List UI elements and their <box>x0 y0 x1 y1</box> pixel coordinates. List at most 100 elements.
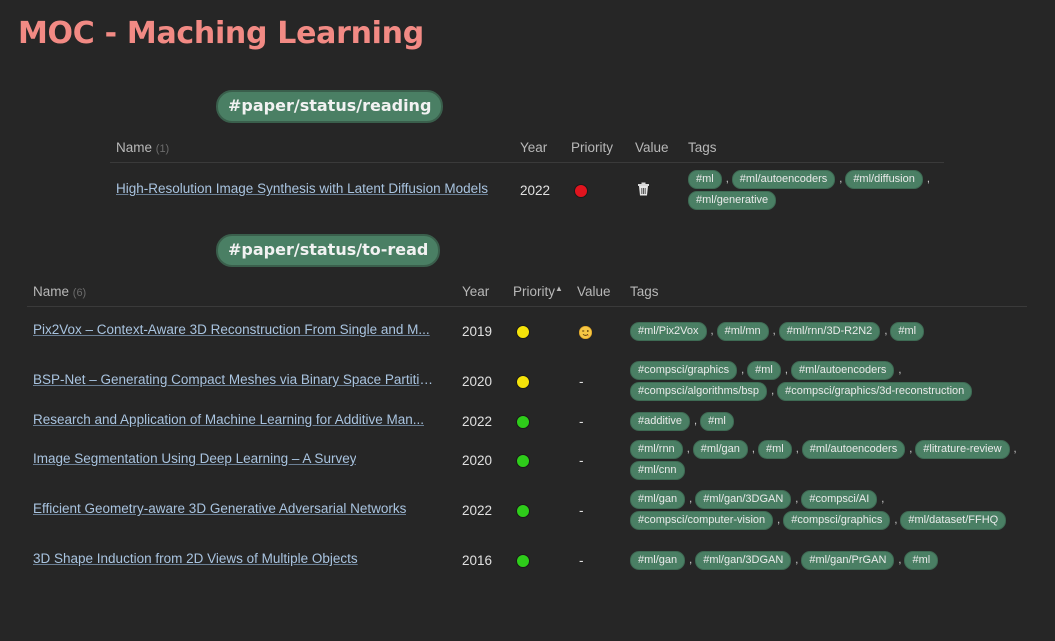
column-header-year[interactable]: Year <box>456 283 507 307</box>
table-row: Pix2Vox – Context-Aware 3D Reconstructio… <box>27 306 1027 356</box>
paper-name-cell: Image Segmentation Using Deep Learning –… <box>27 436 456 484</box>
paper-link[interactable]: Image Segmentation Using Deep Learning –… <box>33 451 356 466</box>
tag-link[interactable]: #ml <box>688 170 722 190</box>
tag-separator: , <box>795 493 799 505</box>
tag-link[interactable]: #litrature-review <box>915 440 1010 459</box>
year-cell: 2022 <box>520 182 551 198</box>
tag-separator: , <box>694 414 698 427</box>
column-header-tags[interactable]: Tags <box>624 283 1027 307</box>
tag-separator: , <box>894 514 898 526</box>
page-title: MOC - Maching Learning <box>18 16 424 51</box>
value-cell: - <box>579 552 584 568</box>
tag-link[interactable]: #ml/autoencoders <box>731 170 836 190</box>
tags-cell: #ml/Pix2Vox, #ml/mn, #ml/rnn/3D-R2N2, #ml <box>624 306 1027 356</box>
tag-link[interactable]: #ml/rnn/3D-R2N2 <box>778 321 881 341</box>
tag-link[interactable]: #compsci/computer-vision <box>630 511 774 530</box>
table-row: Efficient Geometry-aware 3D Generative A… <box>27 484 1027 536</box>
row-count: (1) <box>155 142 170 155</box>
paper-name-cell: Pix2Vox – Context-Aware 3D Reconstructio… <box>27 306 456 356</box>
tag-link[interactable]: #ml/gan <box>630 490 686 509</box>
tag-link[interactable]: #ml/autoencoders <box>790 361 895 380</box>
tag-link[interactable]: #ml/gan <box>630 550 686 570</box>
column-header-year[interactable]: Year <box>514 139 565 163</box>
tag-link[interactable]: #ml/mn <box>716 321 769 341</box>
tag-link[interactable]: #ml <box>700 411 734 431</box>
sort-ascending-icon: ▲ <box>555 283 563 293</box>
tag-separator: , <box>689 553 693 566</box>
tag-link[interactable]: #ml <box>757 440 792 459</box>
tags-cell: #ml/rnn, #ml/gan, #ml, #ml/autoencoders, #li… <box>624 436 1027 484</box>
tag-link[interactable]: #ml/gan <box>692 440 748 459</box>
tag-link[interactable]: #compsci/graphics <box>630 361 738 380</box>
tag-separator: , <box>771 385 775 397</box>
table-row: High-Resolution Image Synthesis with Lat… <box>110 162 944 218</box>
column-header-name-label: Name <box>33 283 70 299</box>
tag-separator: , <box>686 443 690 455</box>
tag-link[interactable]: #ml <box>890 321 925 341</box>
column-header-name[interactable]: Name (6) <box>27 283 456 307</box>
tag-separator: , <box>795 443 799 455</box>
paper-link[interactable]: Pix2Vox – Context-Aware 3D Reconstructio… <box>33 322 430 337</box>
paper-link[interactable]: BSP-Net – Generating Compact Meshes via … <box>33 372 438 387</box>
tag-link[interactable]: #ml/Pix2Vox <box>630 321 707 341</box>
tag-link[interactable]: #ml/rnn <box>630 440 683 459</box>
section-tag-reading[interactable]: #paper/status/reading <box>216 90 444 123</box>
paper-link[interactable]: Efficient Geometry-aware 3D Generative A… <box>33 501 406 516</box>
tag-link[interactable]: #additive <box>630 411 691 431</box>
tag-link[interactable]: #ml/gan/3DGAN <box>695 490 792 509</box>
year-cell: 2020 <box>462 373 493 389</box>
tags-cell: #ml/gan, #ml/gan/3DGAN, #compsci/AI ,#comps… <box>624 484 1027 536</box>
tag-link[interactable]: #ml/diffusion <box>845 170 923 190</box>
tag-link[interactable]: #ml/gan/PrGAN <box>801 550 895 570</box>
table-row: BSP-Net – Generating Compact Meshes via … <box>27 356 1027 406</box>
priority-cell <box>507 356 571 406</box>
paper-name-cell: 3D Shape Induction from 2D Views of Mult… <box>27 536 456 584</box>
column-header-priority[interactable]: Priority▲ <box>507 283 571 307</box>
tag-link[interactable]: #compsci/AI <box>801 490 878 509</box>
tag-link[interactable]: #ml/gan/3DGAN <box>695 550 792 570</box>
column-header-priority[interactable]: Priority <box>565 139 629 163</box>
table-row: Research and Application of Machine Lear… <box>27 406 1027 436</box>
tag-link[interactable]: #ml/autoencoders <box>801 440 906 459</box>
paper-link[interactable]: Research and Application of Machine Lear… <box>33 412 424 427</box>
year-cell: 2016 <box>462 552 493 568</box>
tag-link[interactable]: #ml <box>904 550 939 570</box>
tag-separator: , <box>839 173 843 186</box>
tag-link[interactable]: #compsci/graphics/3d-reconstruction <box>777 382 973 401</box>
column-header-name-label: Name <box>116 139 153 155</box>
paper-name-cell: High-Resolution Image Synthesis with Lat… <box>110 162 514 218</box>
tag-link[interactable]: #ml <box>747 361 781 380</box>
paper-link[interactable]: High-Resolution Image Synthesis with Lat… <box>116 181 488 196</box>
priority-cell <box>507 306 571 356</box>
column-header-name[interactable]: Name (1) <box>110 139 514 163</box>
column-header-value[interactable]: Value <box>629 139 682 163</box>
table-row: Image Segmentation Using Deep Learning –… <box>27 436 1027 484</box>
section-tag-to-read[interactable]: #paper/status/to-read <box>216 234 441 267</box>
paper-name-cell: BSP-Net – Generating Compact Meshes via … <box>27 356 456 406</box>
paper-name-cell: Efficient Geometry-aware 3D Generative A… <box>27 484 456 536</box>
priority-green-circle-icon <box>516 453 530 468</box>
tag-separator: , <box>884 324 888 337</box>
tag-link[interactable]: #compsci/graphics <box>783 511 891 530</box>
priority-green-circle-icon <box>516 414 530 429</box>
column-header-tags[interactable]: Tags <box>682 139 944 163</box>
tag-link[interactable]: #ml/cnn <box>630 461 685 480</box>
winking-face-icon <box>579 325 592 339</box>
column-header-value[interactable]: Value <box>571 283 624 307</box>
tag-link[interactable]: #ml/generative <box>688 191 777 211</box>
priority-cell <box>507 536 571 584</box>
paper-link[interactable]: 3D Shape Induction from 2D Views of Mult… <box>33 551 358 566</box>
tag-separator: , <box>741 364 745 376</box>
year-cell: 2020 <box>462 452 493 468</box>
tag-link[interactable]: #compsci/algorithms/bsp <box>630 382 768 401</box>
priority-cell <box>565 162 629 218</box>
priority-green-circle-icon <box>516 553 530 568</box>
value-cell: - <box>579 452 584 468</box>
tag-link[interactable]: #ml/dataset/FFHQ <box>900 511 1007 530</box>
tag-separator: , <box>1013 443 1017 455</box>
tag-separator: , <box>898 553 902 566</box>
tag-separator: , <box>777 514 781 526</box>
tag-separator: , <box>725 173 729 186</box>
tag-separator: , <box>898 364 902 376</box>
tag-separator: , <box>909 443 913 455</box>
